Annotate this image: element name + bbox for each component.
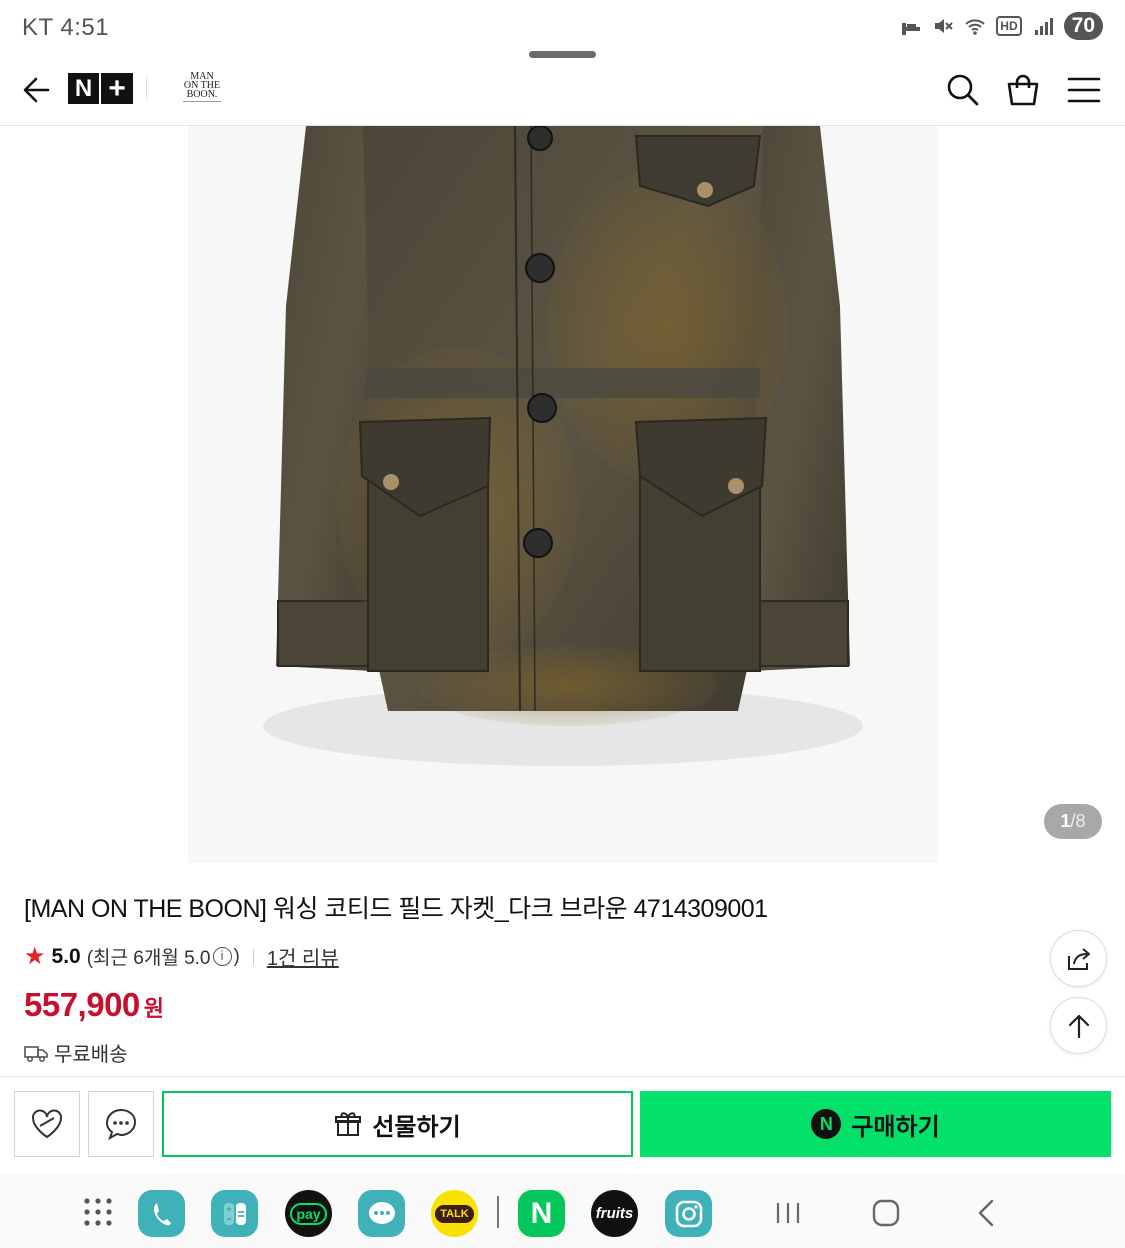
nplus-logo-plus: + (101, 73, 133, 104)
calculator-icon (223, 1202, 246, 1225)
nplus-logo-n: N (68, 73, 99, 104)
share-icon (1067, 947, 1090, 970)
heart-icon (32, 1109, 62, 1139)
jacket-illustration (263, 126, 863, 766)
battery-level: 70 (1063, 12, 1103, 40)
status-icons: HD 70 (900, 12, 1103, 40)
back-arrow-icon[interactable] (18, 70, 58, 110)
naver-app-label: N (530, 1196, 553, 1230)
kakaotalk-app-icon[interactable]: TALK (431, 1190, 478, 1237)
mute-icon (935, 19, 954, 33)
app-drawer-icon[interactable] (82, 1196, 114, 1228)
price-row: 557,900 원 (24, 986, 164, 1024)
scroll-top-button[interactable] (1050, 997, 1107, 1054)
product-title: [MAN ON THE BOON] 워싱 코티드 필드 자켓_다크 브라운 47… (24, 895, 768, 923)
naver-pay-app-icon[interactable]: pay (285, 1190, 332, 1237)
gift-label: 선물하기 (372, 1113, 461, 1141)
drag-handle[interactable] (529, 51, 596, 58)
star-icon: ★ (24, 943, 46, 970)
sleep-mode-icon (902, 23, 921, 35)
instagram-app-icon[interactable] (665, 1190, 712, 1237)
brand-logo-line: BOON. (186, 89, 218, 100)
rating-row: ★ 5.0 (최근 6개월 5.0 i ) 1건 리뷰 (24, 942, 339, 971)
wifi-icon (965, 19, 985, 35)
chat-bubble-icon (105, 1108, 137, 1141)
message-bubble-icon (368, 1201, 395, 1224)
image-page-indicator: 1/8 (1044, 804, 1102, 839)
pay-app-label: pay (290, 1202, 327, 1225)
nplus-store-logo[interactable]: N + (68, 73, 133, 104)
system-nav-bar: pay TALK N fruits (0, 1174, 1125, 1248)
purchase-action-bar: 선물하기 N 구매하기 (0, 1076, 1125, 1174)
brand-logo[interactable]: MAN ON THE BOON. (178, 72, 226, 106)
share-button[interactable] (1050, 930, 1107, 987)
product-image[interactable] (188, 126, 938, 863)
status-bar: KT 4:51 HD 70 (0, 0, 1125, 58)
home-icon[interactable] (869, 1196, 903, 1230)
phone-icon (153, 1202, 171, 1225)
recent-apps-icon[interactable] (771, 1196, 805, 1230)
rating-recent-prefix: (최근 6개월 5.0 (86, 948, 211, 969)
search-icon[interactable] (943, 70, 983, 110)
system-back-icon[interactable] (970, 1196, 1004, 1230)
shopping-bag-icon[interactable] (1003, 70, 1043, 110)
talk-app-label: TALK (435, 1204, 474, 1223)
phone-app-icon[interactable] (138, 1190, 185, 1237)
menu-icon[interactable] (1064, 70, 1104, 110)
page-total: 8 (1075, 811, 1086, 831)
fruits-app-label: fruits (595, 1205, 634, 1222)
rating-recent-suffix: ) (233, 945, 240, 967)
signal-icon (1034, 18, 1053, 35)
review-count-link[interactable]: 1건 리뷰 (267, 942, 339, 971)
info-icon[interactable]: i (212, 947, 232, 966)
dock-divider (497, 1196, 499, 1228)
naver-pay-badge: N (811, 1109, 842, 1139)
page-current: 1 (1060, 811, 1071, 831)
delivery-row: 무료배송 (24, 1038, 128, 1067)
price-unit: 원 (143, 996, 165, 1021)
delivery-truck-icon (24, 1045, 48, 1062)
brand-logo-underline (183, 101, 221, 102)
carrier-time: KT 4:51 (22, 14, 110, 41)
messages-app-icon[interactable] (358, 1190, 405, 1237)
header-divider (146, 77, 147, 99)
talk-talk-button[interactable] (88, 1091, 154, 1157)
rating-score: 5.0 (51, 944, 81, 968)
hd-voice-badge: HD (996, 16, 1022, 36)
rating-divider (252, 948, 254, 965)
fruits-app-icon[interactable]: fruits (591, 1190, 638, 1237)
instagram-icon (675, 1200, 702, 1227)
top-header: N + MAN ON THE BOON. (0, 58, 1125, 126)
gift-icon (335, 1112, 362, 1136)
price-amount: 557,900 (24, 986, 140, 1023)
buy-button[interactable]: N 구매하기 (640, 1091, 1111, 1157)
arrow-up-icon (1068, 1014, 1089, 1038)
buy-label: 구매하기 (851, 1113, 940, 1141)
naver-app-icon[interactable]: N (518, 1190, 565, 1237)
delivery-label: 무료배송 (54, 1044, 128, 1066)
calculator-app-icon[interactable] (211, 1190, 258, 1237)
gift-button[interactable]: 선물하기 (162, 1091, 633, 1157)
wishlist-button[interactable] (14, 1091, 80, 1157)
